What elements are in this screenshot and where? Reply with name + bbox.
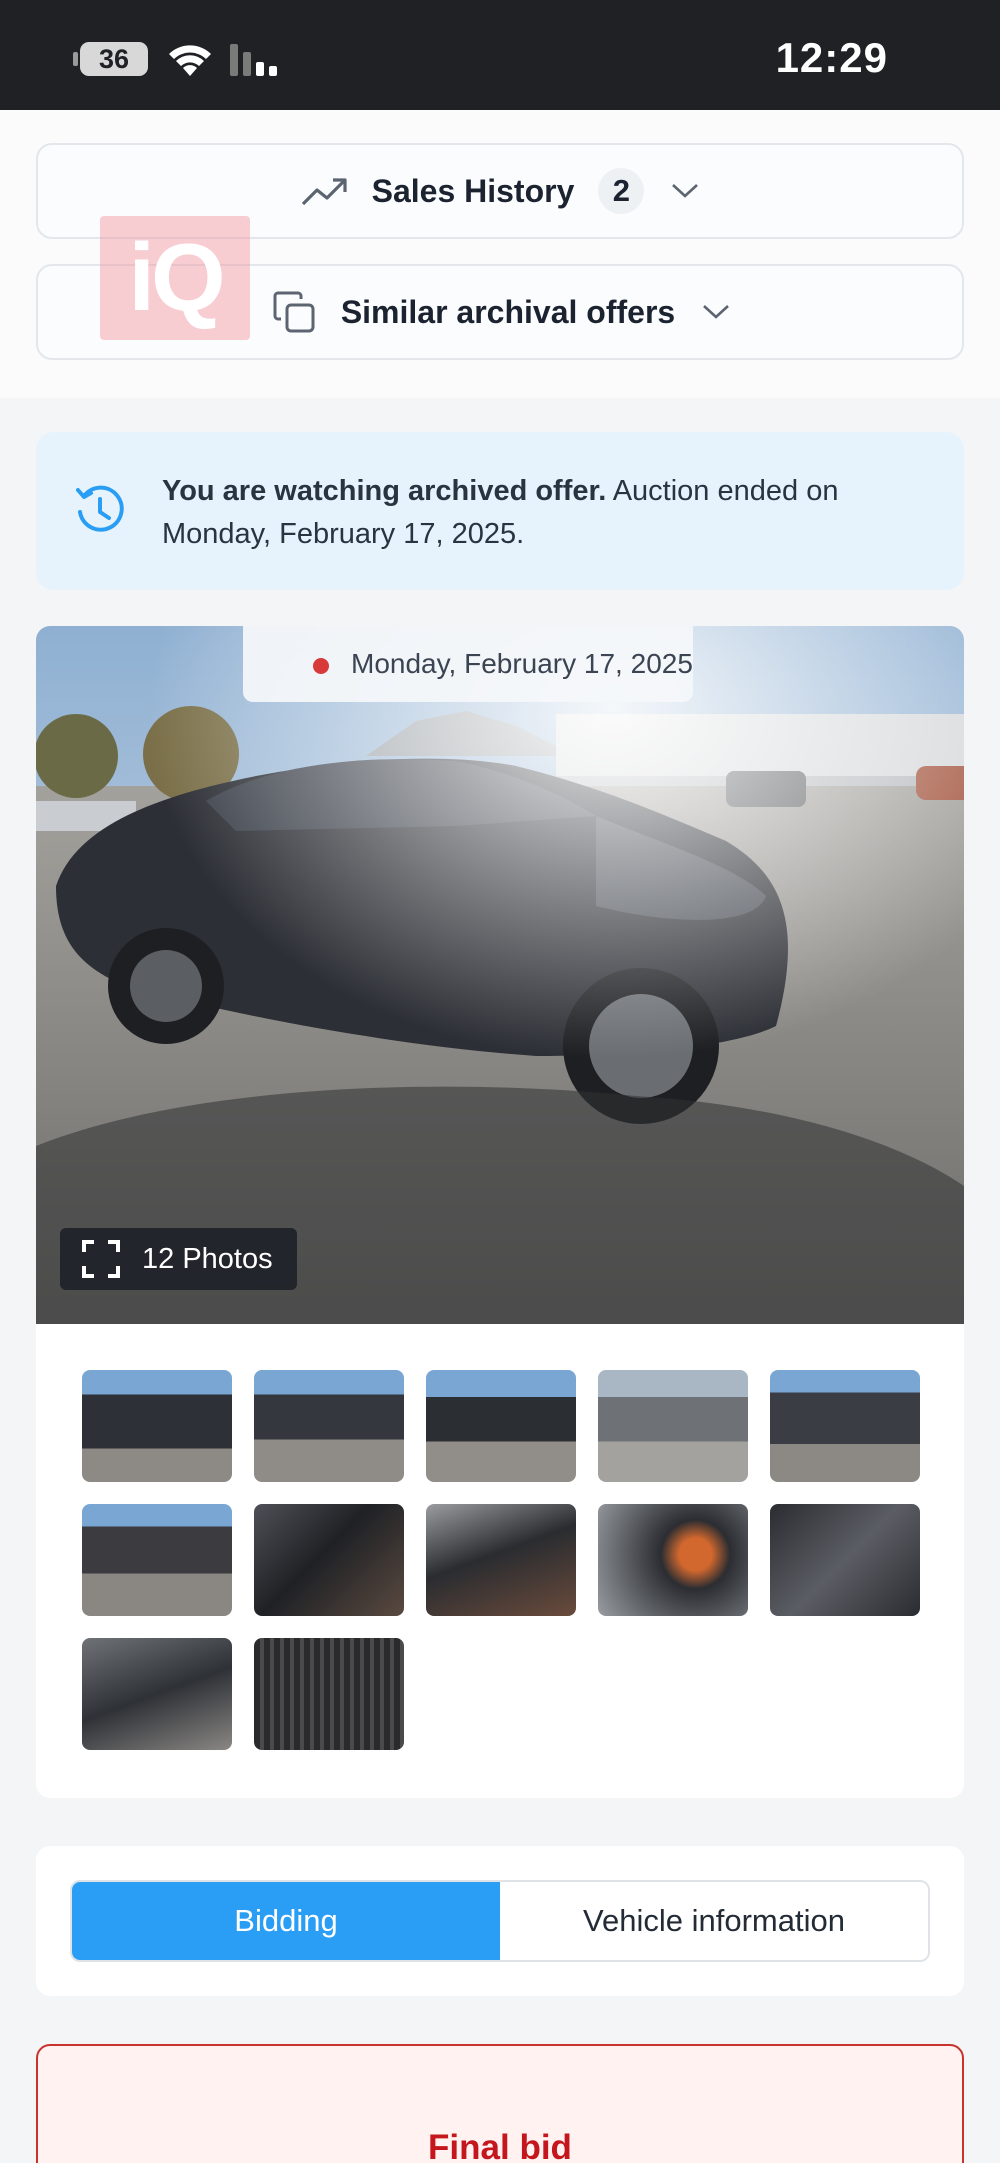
tab-bar: Bidding Vehicle information	[70, 1880, 930, 1962]
thumbnail[interactable]	[82, 1638, 232, 1750]
photo-gallery: Monday, February 17, 2025 12 Photos	[36, 626, 964, 1798]
clock: 12:29	[775, 34, 888, 81]
sales-history-label: Sales History	[371, 172, 575, 209]
thumbnail[interactable]	[770, 1504, 920, 1616]
tabs-card: Bidding Vehicle information	[36, 1846, 964, 1996]
watermark-logo: iQ	[100, 216, 250, 340]
chevron-down-icon	[672, 184, 699, 198]
thumbnail[interactable]	[82, 1370, 232, 1482]
sales-count-badge: 2	[598, 168, 645, 214]
thumbnail[interactable]	[254, 1370, 404, 1482]
cellular-signal-icon	[230, 44, 277, 76]
thumbnail[interactable]	[598, 1370, 748, 1482]
auction-date: Monday, February 17, 2025	[351, 648, 693, 679]
trending-up-icon	[300, 166, 350, 216]
history-icon	[76, 485, 124, 532]
main-photo[interactable]: Monday, February 17, 2025 12 Photos	[36, 626, 964, 1324]
status-dot	[313, 658, 329, 674]
car-photo	[36, 626, 964, 1324]
photos-count-label: 12 Photos	[142, 1243, 273, 1275]
battery-cap	[73, 52, 78, 66]
thumbnail[interactable]	[598, 1504, 748, 1616]
battery-icon: 36	[80, 42, 148, 76]
notice-text: You are watching archived offer. Auction…	[162, 470, 862, 556]
tab-bidding[interactable]: Bidding	[72, 1882, 500, 1960]
fullscreen-icon	[82, 1240, 120, 1278]
final-bid-card: Final bid	[36, 2044, 964, 2163]
thumbnail[interactable]	[770, 1370, 920, 1482]
similar-offers-label: Similar archival offers	[340, 293, 676, 330]
view-photos-button[interactable]: 12 Photos	[60, 1228, 297, 1290]
auction-date-tab: Monday, February 17, 2025	[243, 626, 693, 702]
tab-vehicle-information[interactable]: Vehicle information	[500, 1882, 928, 1960]
thumbnail[interactable]	[426, 1370, 576, 1482]
thumbnail[interactable]	[254, 1638, 404, 1750]
notice-bold: You are watching archived offer.	[162, 475, 607, 507]
copy-icon	[269, 287, 319, 337]
wifi-icon	[169, 45, 211, 76]
status-bar: 36 12:29	[0, 0, 1000, 110]
chevron-down-icon	[703, 305, 730, 319]
archived-notice: You are watching archived offer. Auction…	[36, 432, 964, 590]
thumbnail[interactable]	[254, 1504, 404, 1616]
thumbnail[interactable]	[426, 1504, 576, 1616]
thumbnail[interactable]	[82, 1504, 232, 1616]
final-bid-label: Final bid	[428, 2128, 572, 2163]
battery-level: 36	[98, 44, 130, 74]
